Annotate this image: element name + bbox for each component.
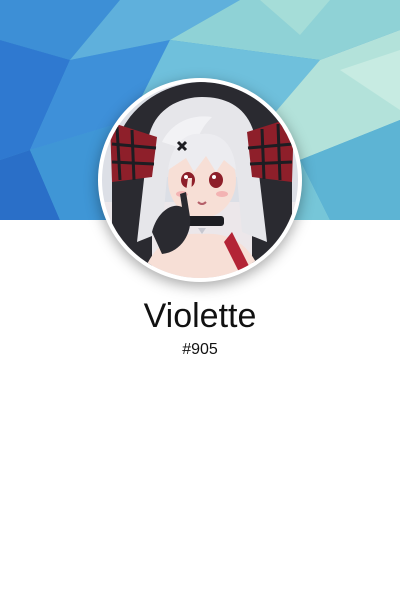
profile-display-name: Violette [143, 297, 257, 335]
avatar[interactable] [102, 82, 298, 278]
avatar-portrait-image [102, 82, 298, 278]
avatar-frame [98, 78, 302, 282]
profile-card: Violette #905 [0, 0, 400, 600]
profile-tag: #905 [182, 341, 218, 358]
